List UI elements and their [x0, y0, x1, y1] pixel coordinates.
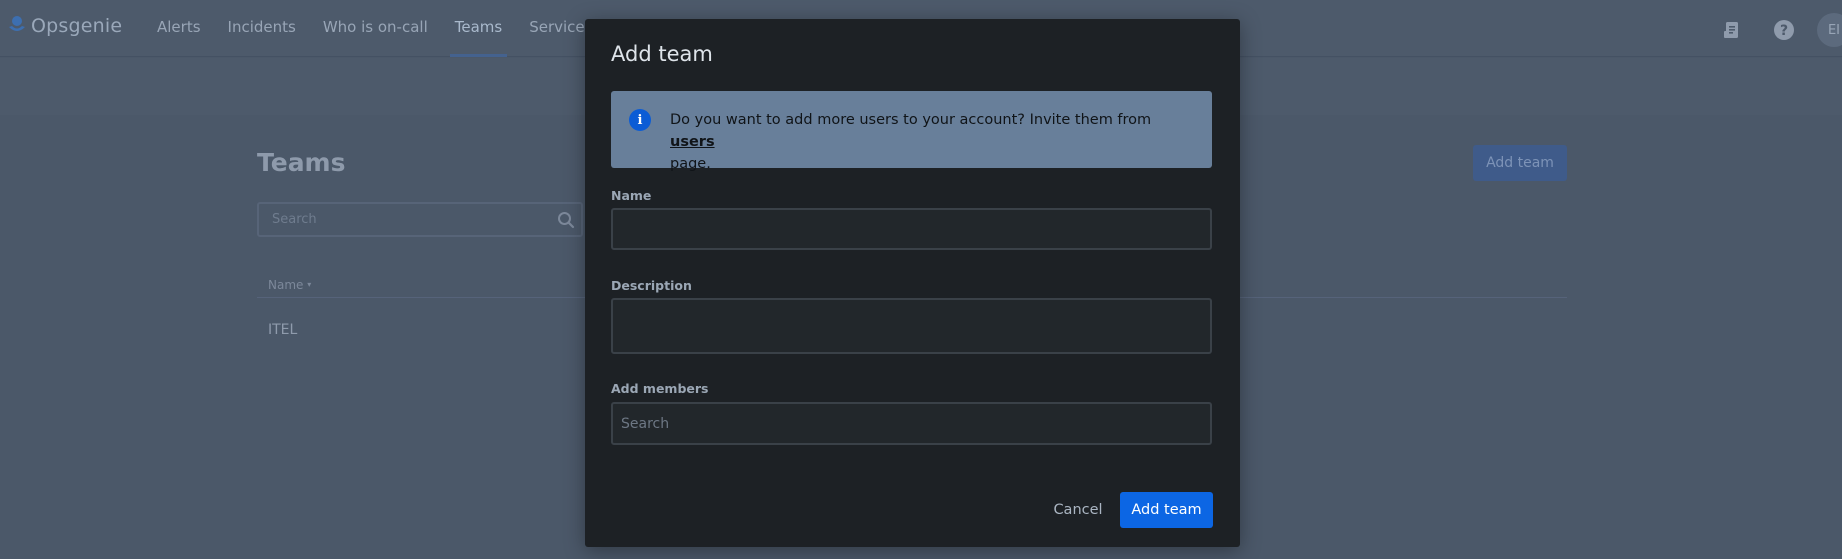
info-banner: i Do you want to add more users to your …: [611, 91, 1212, 172]
name-label: Name: [611, 188, 652, 203]
description-field[interactable]: [611, 298, 1212, 354]
column-header-name[interactable]: Name ▾: [268, 278, 311, 292]
search-placeholder: Search: [272, 212, 317, 227]
dialog-title: Add team: [611, 42, 713, 66]
name-input[interactable]: [613, 210, 1210, 248]
name-field[interactable]: [611, 208, 1212, 250]
description-label: Description: [611, 278, 692, 293]
logo-text: Opsgenie: [31, 15, 123, 37]
nav-item-who-is-on-call[interactable]: Who is on-call: [323, 0, 428, 57]
info-text-before: Do you want to add more users to your ac…: [670, 112, 1152, 128]
info-icon: i: [629, 109, 651, 131]
sort-icon: ▾: [307, 280, 312, 289]
main-nav: Alerts Incidents Who is on-call Teams Se…: [157, 0, 619, 57]
description-input[interactable]: [613, 300, 1210, 352]
info-message: Do you want to add more users to your ac…: [670, 109, 1190, 175]
column-header-label: Name: [268, 278, 304, 292]
help-icon[interactable]: ?: [1771, 17, 1797, 43]
page-title: Teams: [257, 148, 346, 177]
teams-search-input[interactable]: Search: [257, 202, 583, 237]
users-link[interactable]: users: [670, 134, 715, 150]
add-team-dialog: Add team i Do you want to add more users…: [585, 19, 1240, 547]
svg-text:?: ?: [1780, 23, 1788, 39]
add-team-button[interactable]: Add team: [1473, 145, 1567, 181]
search-icon[interactable]: [557, 211, 575, 233]
user-avatar[interactable]: EI: [1817, 13, 1842, 47]
nav-item-incidents[interactable]: Incidents: [228, 0, 296, 57]
members-search-input[interactable]: [613, 404, 1210, 443]
logo-icon: [8, 15, 26, 37]
cancel-button[interactable]: Cancel: [1047, 492, 1109, 528]
nav-item-services[interactable]: Services: [529, 0, 592, 57]
add-members-label: Add members: [611, 381, 709, 396]
info-text-after: page.: [670, 156, 711, 172]
add-members-field[interactable]: [611, 402, 1212, 445]
nav-item-teams[interactable]: Teams: [449, 0, 508, 57]
release-notes-icon[interactable]: [1719, 17, 1745, 43]
logo[interactable]: Opsgenie: [8, 15, 122, 37]
add-team-submit-button[interactable]: Add team: [1120, 492, 1213, 528]
nav-item-alerts[interactable]: Alerts: [157, 0, 201, 57]
top-right-actions: ? EI: [1693, 13, 1842, 47]
table-row[interactable]: ITEL: [268, 322, 297, 338]
